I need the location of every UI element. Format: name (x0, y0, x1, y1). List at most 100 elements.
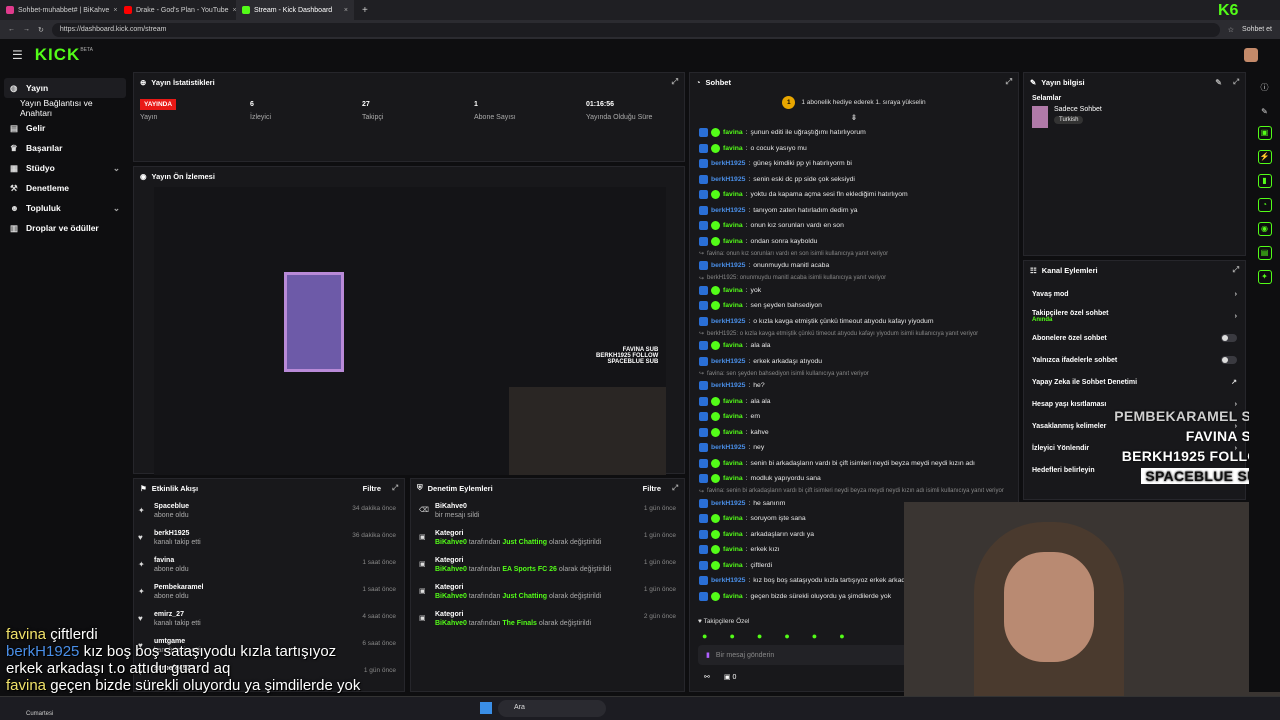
popout-icon[interactable]: ⤢ (672, 77, 678, 87)
popout-icon[interactable]: ⤢ (1006, 77, 1012, 87)
popout-icon[interactable]: ⤢ (392, 483, 398, 493)
channel-action-row[interactable]: Yapay Zeka ile Sohbet Denetimi ↗ (1024, 371, 1245, 393)
chat-username[interactable]: berkH1925 (711, 318, 745, 325)
close-icon[interactable]: × (113, 7, 117, 14)
pinned-toggle-icon[interactable]: ⇟ (690, 113, 1018, 123)
chat-message[interactable]: favina: şunun editi ile uğraştığımı hatır… (699, 125, 1010, 141)
chat-message[interactable]: berkH1925: tanıyom zaten hatırladım dedim… (699, 203, 1010, 219)
toggle-switch[interactable] (1221, 356, 1237, 364)
sidebar-item[interactable]: ♛ Başarılar (0, 138, 130, 158)
taskbar-search[interactable]: Ara (498, 700, 606, 717)
chat-username[interactable]: berkH1925 (711, 262, 745, 269)
moderation-filter[interactable]: Filtre (643, 484, 661, 493)
cart-icon[interactable]: ▣ 0 (724, 673, 736, 681)
rail-button[interactable]: ▣ (1257, 126, 1272, 140)
chat-message[interactable]: berkH1925: ney (699, 440, 1010, 456)
popout-icon[interactable]: ⤢ (1233, 265, 1239, 275)
chat-username[interactable]: favina (723, 593, 743, 600)
emote-icon[interactable]: ● (812, 631, 817, 641)
chat-username[interactable]: favina (723, 287, 743, 294)
profile-chip[interactable]: Sohbet et (1242, 26, 1272, 33)
chat-message[interactable]: favina: em (699, 409, 1010, 425)
chat-message[interactable]: berkH1925: he? (699, 378, 1010, 394)
chat-message[interactable]: berkH1925: güneş kimdiki pp yi hatırlıyor… (699, 156, 1010, 172)
close-icon[interactable]: × (344, 7, 348, 14)
chat-username[interactable]: favina (723, 562, 743, 569)
external-link-icon[interactable]: ↗ (1231, 378, 1237, 386)
channel-action-row[interactable]: Abonelere özel sohbet (1024, 327, 1245, 349)
chat-message[interactable]: berkH1925: senin eski dc pp side çok seks… (699, 172, 1010, 188)
chat-message[interactable]: favina: ondan sonra kayboldu (699, 234, 1010, 250)
chat-input[interactable]: ▮ Bir mesaj gönderin (698, 645, 908, 665)
chat-username[interactable]: berkH1925 (711, 207, 745, 214)
chat-message[interactable]: favina: senin bi arkadaşların vardı bi çi… (699, 456, 1010, 472)
emote-icon[interactable]: ● (729, 631, 734, 641)
sidebar-item[interactable]: ▤ Gelir (0, 118, 130, 138)
chat-message[interactable]: favina: onun kız sorunları vardı en son (699, 218, 1010, 234)
sidebar-item[interactable]: ☻ Topluluk ⌄ (0, 198, 130, 218)
activity-filter[interactable]: Filtre (363, 484, 381, 493)
chat-username[interactable]: favina (723, 398, 743, 405)
channel-action-row[interactable]: Takipçilere özel sohbet Anında › (1024, 305, 1245, 327)
browser-tab[interactable]: Sohbet-muhabbet# | BiKahve × (0, 0, 118, 20)
chat-username[interactable]: favina (723, 475, 743, 482)
chat-username[interactable]: favina (723, 145, 743, 152)
chat-username[interactable]: favina (723, 129, 743, 136)
chat-message[interactable]: favina: o cocuk yasıyo mu (699, 141, 1010, 157)
chat-message[interactable]: berkH1925: erkek arkadaşı atıyodu (699, 354, 1010, 370)
chat-username[interactable]: berkH1925 (711, 382, 745, 389)
rail-button[interactable]: ▤ (1257, 246, 1272, 260)
kick-logo[interactable]: KICK (35, 45, 81, 65)
chat-username[interactable]: berkH1925 (711, 500, 745, 507)
emote-icon[interactable]: ● (839, 631, 844, 641)
popout-icon[interactable]: ⤢ (672, 483, 678, 493)
chat-message[interactable]: favina: yok (699, 283, 1010, 299)
chat-username[interactable]: favina (723, 238, 743, 245)
chat-username[interactable]: berkH1925 (711, 358, 745, 365)
star-icon[interactable]: ☆ (1228, 26, 1234, 34)
chat-message[interactable]: favina: modluk yapıyordu sana (699, 471, 1010, 487)
chat-username[interactable]: berkH1925 (711, 444, 745, 451)
moderator-name[interactable]: BiKahve0 (435, 593, 467, 600)
rail-button[interactable]: ◔ (1257, 198, 1272, 212)
chat-message[interactable]: berkH1925: onunmuydu manitl acaba (699, 258, 1010, 274)
moderator-name[interactable]: BiKahve0 (435, 566, 467, 573)
sidebar-item[interactable]: Yayın Bağlantısı ve Anahtarı (0, 98, 130, 118)
rail-button[interactable]: ◉ (1257, 222, 1272, 236)
gift-banner[interactable]: 1 1 abonelik hediye ederek 1. sıraya yük… (690, 91, 1018, 113)
forward-icon[interactable]: → (23, 26, 30, 33)
chat-username[interactable]: favina (723, 413, 743, 420)
edit-icon[interactable]: ✎ (1215, 78, 1222, 87)
chat-message[interactable]: favina: ala ala (699, 338, 1010, 354)
chat-username[interactable]: favina (723, 546, 743, 553)
user-avatar[interactable] (1244, 48, 1258, 62)
sidebar-item[interactable]: ◍ Yayın (4, 78, 126, 98)
chat-username[interactable]: favina (723, 429, 743, 436)
sidebar-item[interactable]: ▦ Stüdyo ⌄ (0, 158, 130, 178)
rail-button[interactable]: ▮ (1257, 174, 1272, 188)
chat-username[interactable]: berkH1925 (711, 160, 745, 167)
moderator-name[interactable]: BiKahve0 (435, 539, 467, 546)
chat-username[interactable]: berkH1925 (711, 577, 745, 584)
stream-preview-video[interactable]: FAVINA SUB BERKH1925 FOLLOW SPACEBLUE SUB (154, 187, 666, 475)
chat-username[interactable]: favina (723, 191, 743, 198)
chat-message[interactable]: favina: yoktu da kapama açma sesi fln ekl… (699, 187, 1010, 203)
emote-icon[interactable]: ● (702, 631, 707, 641)
channel-action-row[interactable]: Yalnızca ifadelerle sohbet (1024, 349, 1245, 371)
chat-message[interactable]: favina: ala ala (699, 394, 1010, 410)
browser-tab[interactable]: Drake - God's Plan - YouTube × (118, 0, 236, 20)
chat-username[interactable]: favina (723, 515, 743, 522)
sidebar-item[interactable]: ⚒ Denetleme (0, 178, 130, 198)
menu-icon[interactable]: ☰ (12, 48, 23, 62)
new-tab-button[interactable]: + (354, 5, 376, 16)
start-icon[interactable] (480, 702, 492, 714)
url-field[interactable]: https://dashboard.kick.com/stream (51, 22, 1220, 37)
toggle-switch[interactable] (1221, 334, 1237, 342)
popout-icon[interactable]: ⤢ (1233, 77, 1239, 87)
channel-action-row[interactable]: Yavaş mod › (1024, 283, 1245, 305)
chat-username[interactable]: favina (723, 302, 743, 309)
sidebar-item[interactable]: ▥ Droplar ve ödüller (0, 218, 130, 238)
emote-icon[interactable]: ● (784, 631, 789, 641)
browser-tab[interactable]: Stream - Kick Dashboard × (236, 0, 354, 20)
chat-username[interactable]: favina (723, 460, 743, 467)
